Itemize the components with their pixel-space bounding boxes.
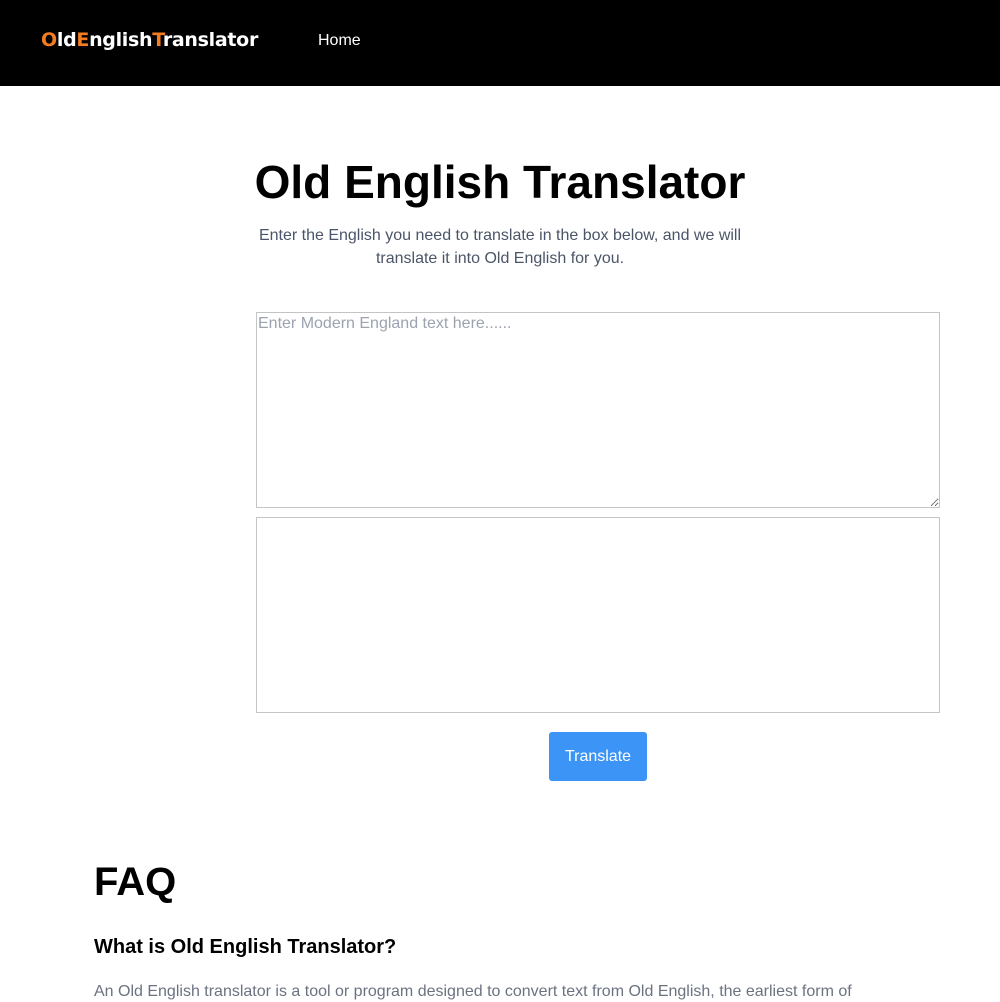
- faq-heading: FAQ: [94, 860, 177, 904]
- faq-question: What is Old English Translator?: [94, 936, 397, 958]
- page-subtitle: Enter the English you need to translate …: [258, 227, 742, 267]
- logo-text-nglish: nglish: [89, 29, 153, 51]
- logo-letter-e: E: [76, 29, 90, 51]
- logo-letter-o: O: [41, 29, 57, 51]
- old-english-output[interactable]: [256, 517, 940, 713]
- nav-home-link[interactable]: Home: [318, 32, 361, 50]
- top-navbar: OldEnglishTranslator Home: [0, 0, 1000, 86]
- translate-button[interactable]: Translate: [549, 732, 647, 781]
- logo-text-ld: ld: [56, 29, 77, 51]
- site-logo[interactable]: OldEnglishTranslator: [41, 29, 258, 51]
- logo-letter-t: T: [152, 29, 163, 51]
- logo-text-ranslator: ranslator: [162, 29, 259, 51]
- page-title: Old English Translator: [254, 156, 746, 208]
- modern-english-input[interactable]: [256, 312, 940, 508]
- faq-answer: An Old English translator is a tool or p…: [94, 983, 852, 1000]
